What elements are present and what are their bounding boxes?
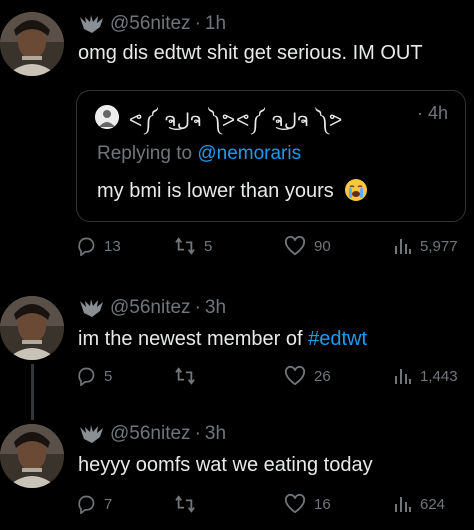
tweet-actions: 13 5 90 5,977 [76, 236, 468, 260]
tweet[interactable]: @56nitez · 1h omg dis edtwt shit get ser… [0, 0, 474, 285]
tweet-text: heyyy oomfs wat we eating today [78, 454, 373, 476]
tweet-text: omg dis edtwt shit get serious. IM OUT [78, 42, 423, 64]
views-button[interactable]: 624 [394, 494, 445, 514]
thread-line [31, 364, 34, 420]
tweet-time[interactable]: 1h [205, 13, 226, 35]
tweet-handle[interactable]: @56nitez [110, 423, 191, 445]
hashtag-link[interactable]: #edtwt [308, 328, 367, 350]
tweet-text-prefix: im the newest member of [78, 328, 309, 350]
avatar[interactable] [0, 424, 64, 488]
like-count: 16 [314, 495, 331, 513]
bat-icon [80, 425, 103, 443]
views-icon [395, 239, 411, 254]
quoted-separator: · [417, 103, 423, 123]
reply-button[interactable]: 5 [76, 366, 112, 386]
like-icon [284, 494, 306, 514]
reply-icon [78, 237, 95, 256]
like-count: 26 [314, 367, 331, 385]
like-button[interactable]: 90 [284, 236, 331, 256]
separator-dot: · [194, 423, 201, 444]
views-button[interactable]: 5,977 [394, 236, 458, 256]
separator-dot: · [194, 13, 201, 34]
quoted-time-value[interactable]: 4h [428, 103, 448, 123]
tweet-text: im the newest member of #edtwt [78, 328, 367, 351]
tweet-header: @56nitez · 3h [78, 420, 226, 448]
reply-count: 5 [104, 367, 113, 385]
reply-count: 13 [104, 237, 121, 255]
reply-icon [78, 495, 95, 514]
tweet-header: @56nitez · 3h [78, 294, 226, 322]
views-button[interactable]: 1,443 [394, 366, 458, 386]
tweet-handle[interactable]: @56nitez [110, 13, 191, 35]
quoted-time: · 4h [417, 103, 448, 124]
repost-button[interactable] [174, 494, 204, 514]
like-button[interactable]: 16 [284, 494, 331, 514]
views-count: 1,443 [420, 367, 458, 385]
like-icon [284, 236, 306, 256]
tweet[interactable]: @56nitez · 3h heyyy oomfs wat we eating … [0, 416, 474, 530]
avatar[interactable] [0, 12, 64, 76]
replying-handle[interactable]: @nemoraris [197, 143, 301, 164]
bat-icon [80, 15, 103, 33]
like-button[interactable]: 26 [284, 366, 331, 386]
replying-prefix: Replying to [97, 143, 198, 164]
tweet-time[interactable]: 3h [205, 423, 226, 445]
tweet-time[interactable]: 3h [205, 297, 226, 319]
separator-dot: · [194, 297, 201, 318]
tweet-header: @56nitez · 1h [78, 10, 226, 38]
views-icon [395, 369, 411, 384]
repost-icon [175, 237, 195, 255]
quoted-avatar[interactable] [95, 105, 119, 129]
like-count: 90 [314, 237, 331, 255]
views-count: 624 [420, 495, 446, 513]
views-count: 5,977 [420, 237, 458, 255]
bat-icon [80, 299, 103, 317]
reply-count: 7 [104, 495, 113, 513]
repost-icon [175, 367, 195, 385]
reply-button[interactable]: 13 [76, 236, 121, 256]
quoted-text: my bmi is lower than yours [97, 180, 334, 202]
repost-button[interactable] [174, 366, 204, 386]
like-icon [284, 366, 306, 386]
tweet-handle[interactable]: @56nitez [110, 297, 191, 319]
crying-face-icon [345, 179, 368, 201]
quoted-tweet[interactable]: ᕙ༼ ຈل͜ຈ ༽ᕗᕙ༼ ຈل͜ຈ ༽ᕗ · 4h Replying to @n… [76, 90, 466, 222]
replying-to: Replying to @nemoraris [97, 143, 301, 165]
repost-button[interactable]: 5 [174, 236, 212, 256]
repost-icon [175, 495, 195, 513]
tweet-actions: 5 26 1,443 [76, 366, 468, 390]
tweet[interactable]: @56nitez · 3h im the newest member of #e… [0, 286, 474, 420]
quoted-text-line: my bmi is lower than yours [97, 179, 368, 203]
tweet-actions: 7 16 624 [76, 494, 468, 518]
reply-button[interactable]: 7 [76, 494, 112, 514]
repost-count: 5 [204, 237, 213, 255]
avatar[interactable] [0, 296, 64, 360]
reply-icon [78, 367, 95, 386]
views-icon [395, 497, 411, 512]
